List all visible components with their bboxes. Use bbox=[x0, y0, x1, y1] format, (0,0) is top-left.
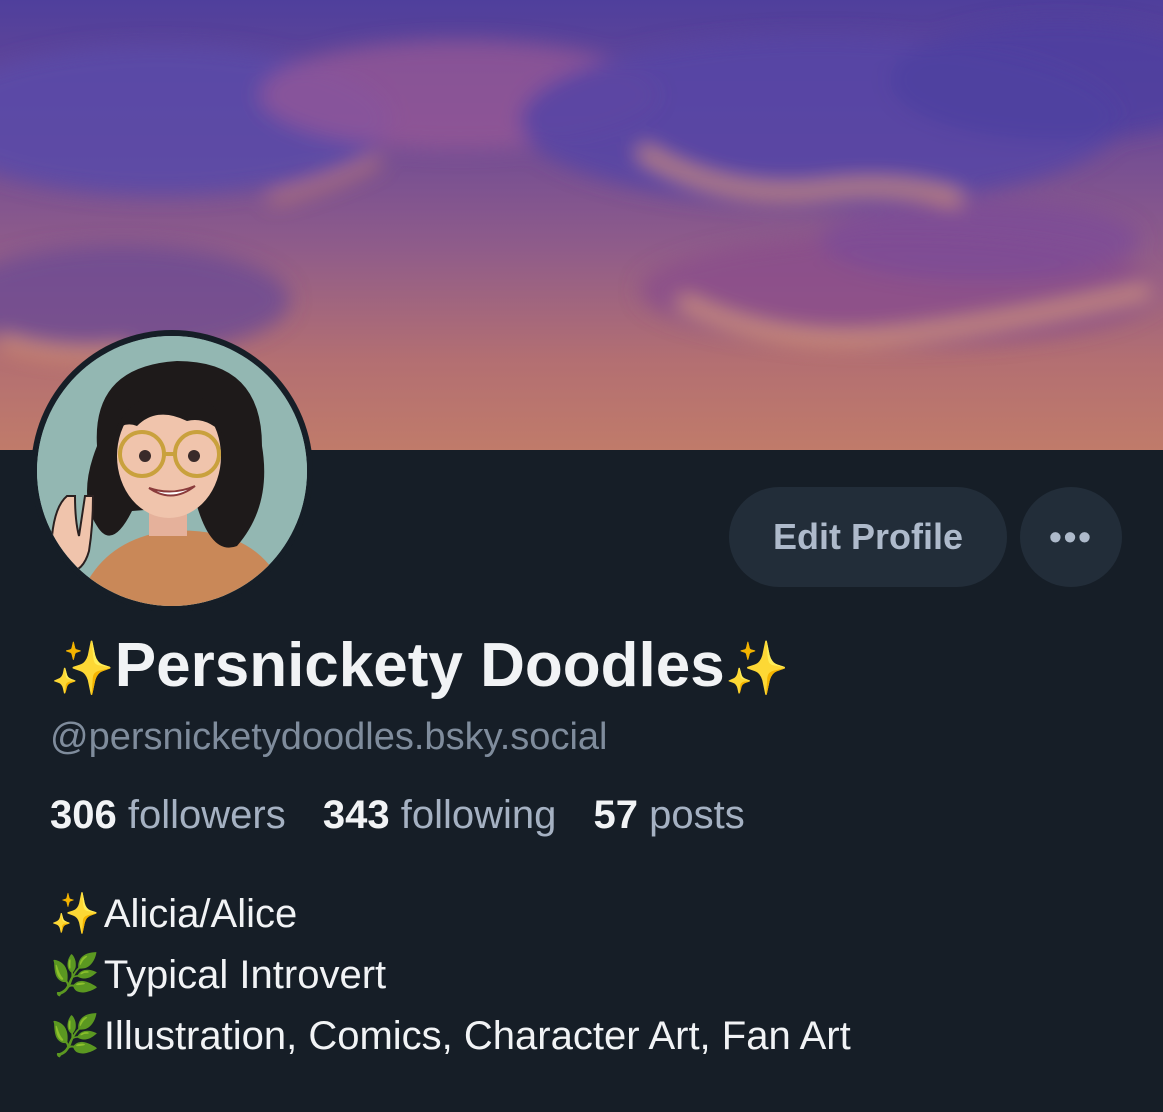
profile-stats: 306 followers 343 following 57 posts bbox=[50, 793, 771, 838]
followers-count: 306 bbox=[50, 793, 117, 837]
following-label: following bbox=[400, 793, 557, 837]
avatar-illustration bbox=[37, 336, 307, 606]
more-options-button[interactable]: ••• bbox=[1020, 487, 1122, 587]
bio-line: 🌿 Typical Introvert bbox=[50, 945, 851, 1006]
bio-line-text: Typical Introvert bbox=[103, 953, 387, 997]
sparkles-icon: ✨ bbox=[724, 640, 790, 698]
sparkles-icon: ✨ bbox=[50, 640, 115, 698]
ellipsis-icon: ••• bbox=[1049, 516, 1093, 557]
avatar[interactable] bbox=[37, 336, 307, 606]
following-count: 343 bbox=[322, 793, 390, 837]
display-name: ✨Persnickety Doodles✨ bbox=[50, 626, 789, 709]
bio-line-text: Illustration, Comics, Character Art, Fan… bbox=[103, 1014, 851, 1058]
followers-label: followers bbox=[127, 793, 286, 837]
posts-count: 57 bbox=[593, 793, 639, 837]
posts-stat: 57 posts bbox=[594, 793, 745, 837]
display-name-text: Persnickety Doodles bbox=[114, 631, 725, 700]
followers-stat[interactable]: 306 followers bbox=[50, 793, 286, 837]
posts-label: posts bbox=[649, 793, 745, 837]
herb-icon: 🌿 bbox=[50, 953, 100, 997]
sparkles-icon: ✨ bbox=[50, 892, 100, 936]
profile-handle: @persnicketydoodles.bsky.social bbox=[50, 716, 608, 758]
bio-line: ✨ Alicia/Alice bbox=[50, 884, 851, 945]
bio-line: 🌿 Illustration, Comics, Character Art, Fa… bbox=[50, 1006, 851, 1067]
following-stat[interactable]: 343 following bbox=[323, 793, 557, 837]
edit-profile-button[interactable]: Edit Profile bbox=[729, 487, 1007, 587]
herb-icon: 🌿 bbox=[50, 1014, 100, 1058]
profile-bio: ✨ Alicia/Alice 🌿 Typical Introvert 🌿 Illust… bbox=[50, 884, 851, 1067]
bio-line-text: Alicia/Alice bbox=[103, 892, 298, 936]
